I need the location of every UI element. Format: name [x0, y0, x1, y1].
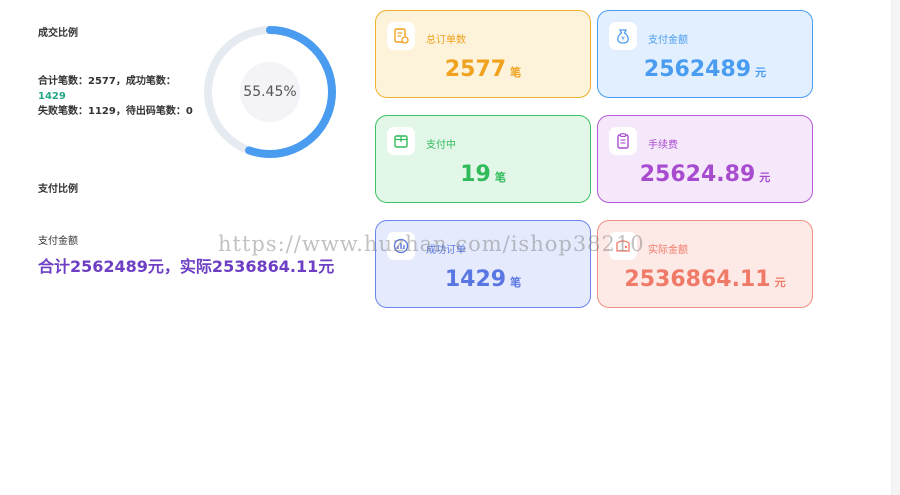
- card-total-orders[interactable]: 总订单数 2577 笔: [375, 10, 591, 98]
- card-success-orders[interactable]: 成功订单 1429 笔: [375, 220, 591, 308]
- card-value: 2536864.11 元: [624, 267, 786, 292]
- card-label: 总订单数: [426, 35, 466, 46]
- card-label: 手续费: [648, 140, 678, 151]
- card-label: 成功订单: [426, 245, 466, 256]
- stats-line-total: 合计笔数：2577，成功笔数：: [38, 76, 176, 87]
- card-value: 2577 笔: [444, 57, 522, 82]
- clipboard-icon: [609, 127, 637, 155]
- card-value: 2562489 元: [643, 57, 767, 82]
- card-label: 支付中: [426, 140, 456, 151]
- pay-amount-title: 支付金额: [38, 236, 78, 247]
- donut-percent-label: 55.45%: [240, 62, 300, 122]
- order-list-icon: [387, 22, 415, 50]
- money-bag-icon: ¥: [609, 22, 637, 50]
- card-label: 实际金额: [648, 245, 688, 256]
- card-value: 19 笔: [460, 162, 506, 187]
- stats-success-count: 1429: [38, 91, 66, 102]
- card-value: 1429 笔: [444, 267, 522, 292]
- stats-line-fail: 失败笔数：1129，待出码笔数：0: [38, 106, 193, 117]
- chart-icon: [387, 232, 415, 260]
- card-fee[interactable]: 手续费 25624.89 元: [597, 115, 813, 203]
- pay-amount-summary: 合计2562489元，实际2536864.11元: [38, 257, 335, 276]
- card-value: 25624.89 元: [639, 162, 771, 187]
- dashboard-page: 成交比例 合计笔数：2577，成功笔数： 1429 失败笔数：1129，待出码笔…: [0, 0, 892, 495]
- box-icon: [387, 127, 415, 155]
- deal-stats: 合计笔数：2577，成功笔数： 1429 失败笔数：1129，待出码笔数：0: [38, 74, 218, 119]
- deal-ratio-title: 成交比例: [38, 28, 78, 39]
- card-paying[interactable]: 支付中 19 笔: [375, 115, 591, 203]
- pay-ratio-title: 支付比例: [38, 184, 78, 195]
- card-actual-amount[interactable]: 实际金额 2536864.11 元: [597, 220, 813, 308]
- svg-text:¥: ¥: [621, 36, 625, 43]
- card-label: 支付金额: [648, 35, 688, 46]
- card-pay-amount[interactable]: ¥ 支付金额 2562489 元: [597, 10, 813, 98]
- page-scrollbar[interactable]: [892, 0, 900, 495]
- wallet-icon: [609, 232, 637, 260]
